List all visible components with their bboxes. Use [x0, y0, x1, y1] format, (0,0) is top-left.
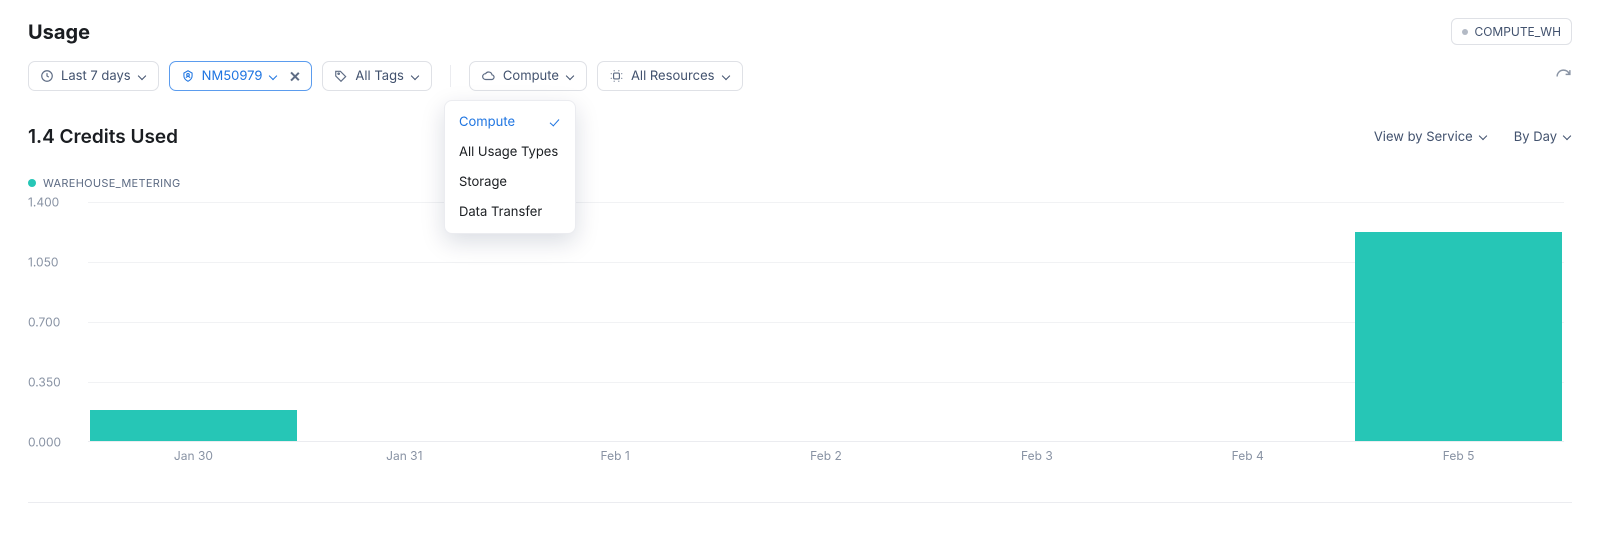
- y-axis-tick: 1.400: [28, 195, 80, 210]
- usage-type-filter[interactable]: Compute: [469, 61, 587, 91]
- x-axis-tick: Jan 31: [299, 448, 510, 470]
- x-axis-tick: Feb 4: [1142, 448, 1353, 470]
- dropdown-item-label: Compute: [459, 114, 515, 130]
- y-axis-tick: 0.350: [28, 375, 80, 390]
- page-title: Usage: [28, 20, 90, 44]
- chart-legend: WAREHOUSE_METERING: [28, 176, 1572, 190]
- filter-bar: Last 7 days NM50979 All Tags Compute All…: [28, 61, 1572, 91]
- credits-used-heading: 1.4 Credits Used: [28, 125, 178, 148]
- chevron-down-icon: [138, 72, 147, 81]
- resources-label: All Resources: [631, 68, 715, 84]
- user-filter-chip[interactable]: NM50979: [169, 61, 313, 91]
- cloud-icon: [481, 69, 496, 83]
- dropdown-item[interactable]: Storage: [445, 167, 575, 197]
- dropdown-item[interactable]: Data Transfer: [445, 197, 575, 227]
- y-axis-tick: 1.050: [28, 255, 80, 270]
- tag-icon: [334, 69, 348, 83]
- user-filter-label: NM50979: [202, 68, 263, 84]
- usage-type-dropdown: Compute All Usage Types Storage Data Transf…: [444, 100, 576, 234]
- resources-icon: [609, 69, 624, 83]
- resources-filter[interactable]: All Resources: [597, 61, 743, 91]
- dropdown-item-label: Data Transfer: [459, 204, 542, 220]
- check-icon: [549, 117, 561, 127]
- usage-bar-chart: Jan 30Jan 31Feb 1Feb 2Feb 3Feb 4Feb 5 0.…: [28, 202, 1572, 472]
- chevron-down-icon: [411, 72, 420, 81]
- granularity-label: By Day: [1514, 129, 1557, 145]
- legend-swatch-icon: [28, 179, 36, 187]
- chart-bar[interactable]: [90, 410, 297, 441]
- view-by-selector[interactable]: View by Service: [1374, 129, 1488, 145]
- y-axis-tick: 0.000: [28, 435, 80, 450]
- dropdown-item-label: All Usage Types: [459, 144, 558, 160]
- x-axis-tick: Feb 3: [931, 448, 1142, 470]
- dropdown-item[interactable]: All Usage Types: [445, 137, 575, 167]
- chevron-down-icon: [269, 72, 278, 81]
- warehouse-name: COMPUTE_WH: [1474, 24, 1561, 39]
- section-divider: [28, 502, 1572, 503]
- divider: [450, 65, 451, 87]
- chevron-down-icon: [722, 72, 731, 81]
- clock-icon: [40, 69, 54, 83]
- dropdown-item[interactable]: Compute: [445, 107, 575, 137]
- time-range-label: Last 7 days: [61, 68, 131, 84]
- legend-series-label: WAREHOUSE_METERING: [43, 176, 181, 190]
- time-range-filter[interactable]: Last 7 days: [28, 61, 159, 91]
- user-icon: [181, 69, 195, 83]
- chevron-down-icon: [566, 72, 575, 81]
- x-axis-tick: Feb 5: [1353, 448, 1564, 470]
- tags-label: All Tags: [355, 68, 404, 84]
- clear-filter-icon[interactable]: [289, 71, 300, 82]
- chevron-down-icon: [1479, 132, 1488, 141]
- chart-bar[interactable]: [1355, 232, 1562, 441]
- view-by-label: View by Service: [1374, 129, 1473, 145]
- dropdown-item-label: Storage: [459, 174, 507, 190]
- warehouse-badge[interactable]: COMPUTE_WH: [1451, 18, 1572, 45]
- granularity-selector[interactable]: By Day: [1514, 129, 1572, 145]
- refresh-button[interactable]: [1555, 68, 1572, 85]
- y-axis-tick: 0.700: [28, 315, 80, 330]
- x-axis-tick: Feb 1: [510, 448, 721, 470]
- chevron-down-icon: [1563, 132, 1572, 141]
- status-dot-icon: [1462, 29, 1468, 35]
- usage-type-label: Compute: [503, 68, 559, 84]
- x-axis-tick: Jan 30: [88, 448, 299, 470]
- x-axis-tick: Feb 2: [721, 448, 932, 470]
- tags-filter[interactable]: All Tags: [322, 61, 432, 91]
